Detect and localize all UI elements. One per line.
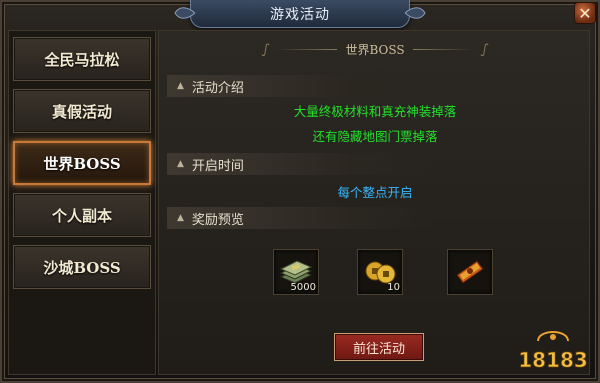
intro-line-2: 还有隐藏地图门票掉落	[312, 129, 438, 144]
section-rewards-title: 奖励预览	[191, 212, 244, 228]
content-header: ഽ 世界BOSS ഽ	[159, 39, 591, 59]
tab-world-boss[interactable]: 世界BOSS	[13, 141, 151, 185]
diamond-arrow-icon: ▲	[177, 159, 184, 169]
section-time: ▲ 开启时间	[167, 153, 435, 175]
tab-sand-city-boss[interactable]: 沙城BOSS	[13, 245, 151, 289]
svg-text:18183: 18183	[518, 348, 588, 372]
ornament-icon	[174, 7, 195, 19]
window-title-bar: 游戏活动	[174, 0, 426, 28]
section-intro-title: 活动介绍	[191, 80, 244, 96]
activity-sidebar: 全民马拉松 真假活动 世界BOSS 个人副本 沙城BOSS	[8, 30, 156, 375]
reward-qty: 10	[387, 282, 400, 293]
section-intro: ▲ 活动介绍	[167, 75, 435, 97]
close-icon: ✕	[578, 3, 592, 23]
tab-personal-dungeon[interactable]: 个人副本	[13, 193, 151, 237]
swirl-icon: ഽ	[480, 41, 489, 56]
reward-slot-money[interactable]: 5000	[273, 249, 319, 295]
content-header-title: 世界BOSS	[345, 42, 405, 57]
diamond-arrow-icon: ▲	[177, 213, 184, 223]
reward-slot-coins[interactable]: 10	[357, 249, 403, 295]
ticket-scroll-icon	[456, 260, 484, 284]
section-time-title: 开启时间	[191, 158, 244, 174]
reward-slot-ticket[interactable]	[447, 249, 493, 295]
tab-marathon[interactable]: 全民马拉松	[13, 37, 151, 81]
go-to-activity-button[interactable]: 前往活动	[334, 333, 424, 361]
tab-true-false-event[interactable]: 真假活动	[13, 89, 151, 133]
reward-qty: 5000	[290, 282, 316, 293]
close-button[interactable]: ✕	[574, 2, 596, 24]
ornament-icon	[405, 7, 426, 19]
site-watermark-logo: 18183	[518, 331, 588, 372]
section-rewards: ▲ 奖励预览	[167, 207, 435, 229]
diamond-arrow-icon: ▲	[177, 81, 184, 91]
intro-line-1: 大量终极材料和真充神装掉落	[293, 104, 457, 119]
window-title: 游戏活动	[270, 6, 330, 23]
swirl-icon: ഽ	[261, 41, 270, 56]
open-time-text: 每个整点开启	[337, 185, 413, 200]
